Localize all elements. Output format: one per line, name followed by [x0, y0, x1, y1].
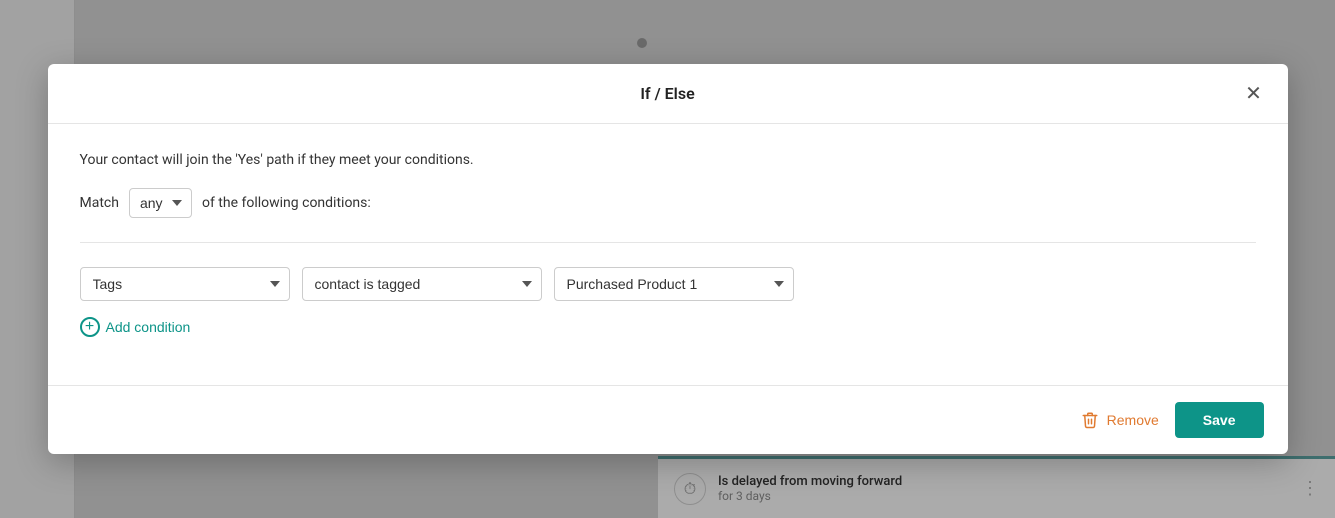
- divider: [80, 242, 1256, 243]
- match-row: Match any all of the following condition…: [80, 188, 1256, 218]
- save-button[interactable]: Save: [1175, 402, 1264, 438]
- modal-title: If / Else: [640, 84, 694, 103]
- condition-operator-select[interactable]: contact is tagged contact is not tagged: [302, 267, 542, 301]
- add-condition-label: Add condition: [106, 319, 191, 335]
- condition-field-select[interactable]: Tags Email First Name Last Name Date Add…: [80, 267, 290, 301]
- remove-button[interactable]: Remove: [1081, 411, 1159, 429]
- close-icon: ✕: [1245, 84, 1262, 104]
- close-button[interactable]: ✕: [1240, 80, 1268, 108]
- modal-footer: Remove Save: [48, 385, 1288, 454]
- add-condition-button[interactable]: + Add condition: [80, 317, 191, 337]
- match-label: Match: [80, 195, 119, 211]
- if-else-modal: If / Else ✕ Your contact will join the '…: [48, 64, 1288, 454]
- modal-body: Your contact will join the 'Yes' path if…: [48, 124, 1288, 385]
- remove-label: Remove: [1107, 412, 1159, 428]
- condition-value-select[interactable]: Purchased Product 1 Purchased Product 2 …: [554, 267, 794, 301]
- add-condition-icon: +: [80, 317, 100, 337]
- condition-row: Tags Email First Name Last Name Date Add…: [80, 267, 1256, 301]
- match-select[interactable]: any all: [129, 188, 192, 218]
- modal-header: If / Else ✕: [48, 64, 1288, 124]
- match-suffix: of the following conditions:: [202, 195, 371, 211]
- modal-overlay: If / Else ✕ Your contact will join the '…: [0, 0, 1335, 518]
- trash-icon: [1081, 411, 1099, 429]
- description-text: Your contact will join the 'Yes' path if…: [80, 152, 1256, 168]
